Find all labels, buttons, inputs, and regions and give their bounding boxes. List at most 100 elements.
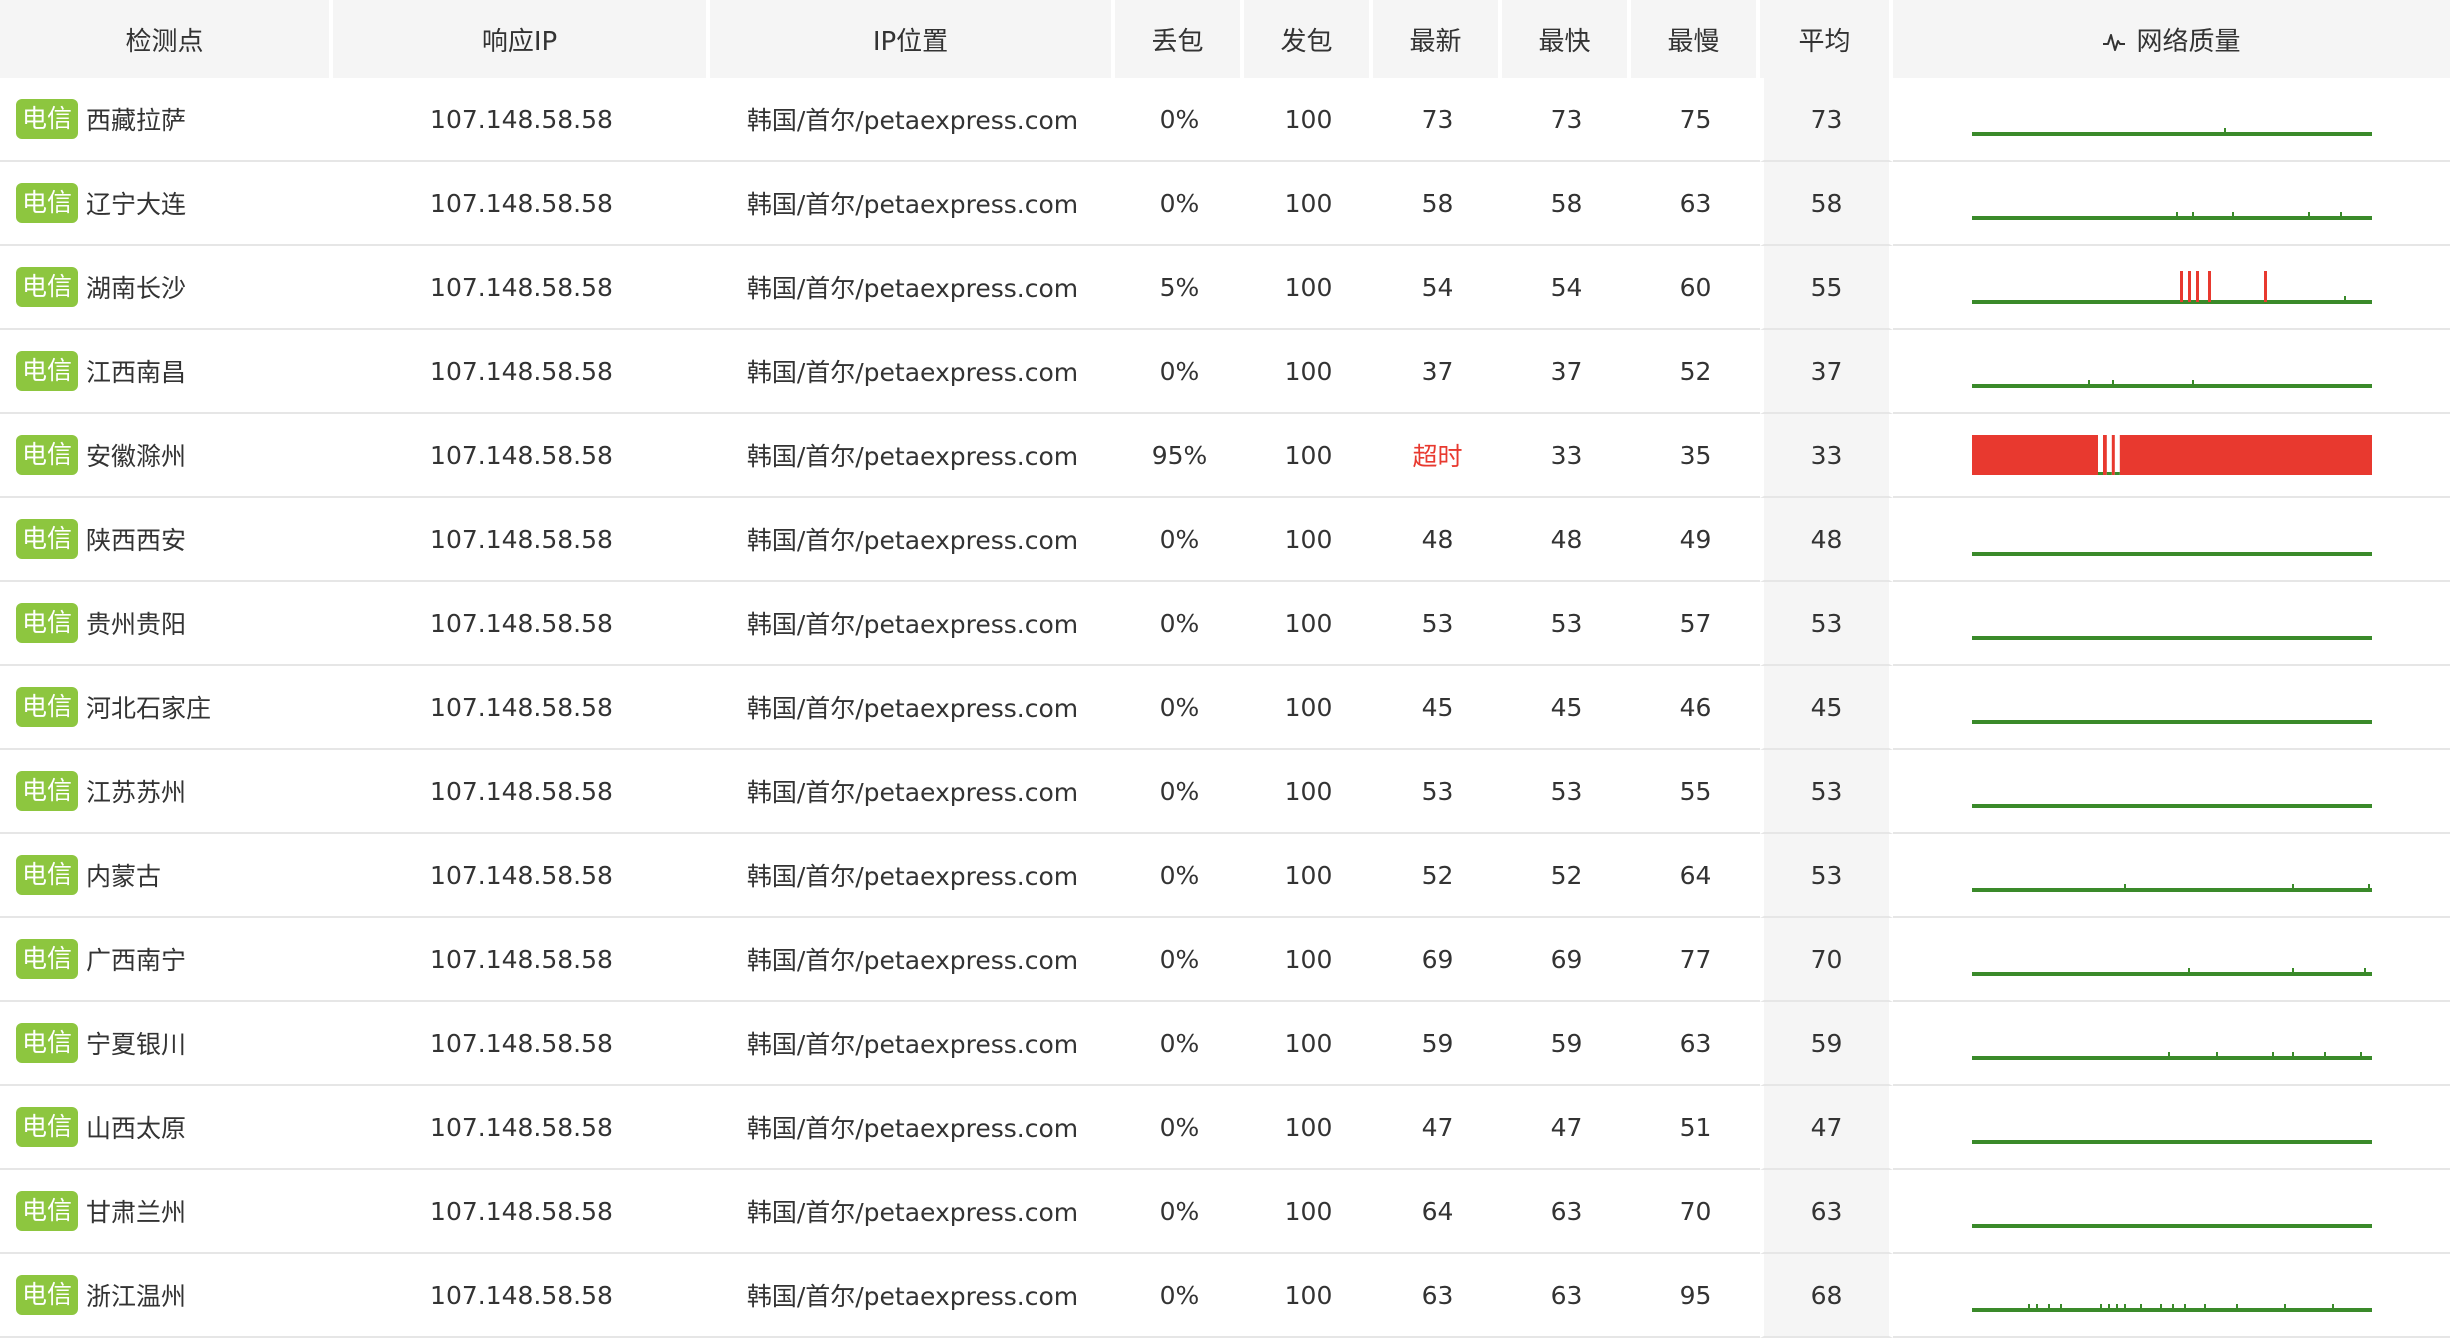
cell-sent: 100	[1244, 1002, 1373, 1086]
col-header-ip[interactable]: 响应IP	[333, 0, 710, 78]
table-row[interactable]: 电信 贵州贵阳 107.148.58.58 韩国/首尔/petaexpress.com…	[0, 582, 2450, 666]
table-row[interactable]: 电信 山西太原 107.148.58.58 韩国/首尔/petaexpress.com…	[0, 1086, 2450, 1170]
cell-fastest: 63	[1502, 1254, 1631, 1338]
cell-sent: 100	[1244, 834, 1373, 918]
cell-sent: 100	[1244, 750, 1373, 834]
col-header-slowest[interactable]: 最慢	[1631, 0, 1760, 78]
site-name: 辽宁大连	[86, 190, 187, 219]
cell-fastest: 69	[1502, 918, 1631, 1002]
latency-baseline	[1971, 1308, 2372, 1312]
table-row[interactable]: 电信 陕西西安 107.148.58.58 韩国/首尔/petaexpress.com…	[0, 498, 2450, 582]
quality-sparkline	[1971, 271, 2372, 304]
jitter-mark	[2323, 1052, 2326, 1056]
cell-ip: 107.148.58.58	[333, 1002, 710, 1086]
jitter-mark	[2123, 884, 2126, 888]
col-header-latest[interactable]: 最新	[1373, 0, 1502, 78]
cell-ip: 107.148.58.58	[333, 750, 710, 834]
cell-latest: 53	[1373, 750, 1502, 834]
table-row[interactable]: 电信 安徽滁州 107.148.58.58 韩国/首尔/petaexpress.com…	[0, 414, 2450, 498]
latency-baseline	[1971, 300, 2372, 304]
table-row[interactable]: 电信 宁夏银川 107.148.58.58 韩国/首尔/petaexpress.com…	[0, 1002, 2450, 1086]
cell-location: 韩国/首尔/petaexpress.com	[710, 78, 1115, 162]
table-row[interactable]: 电信 内蒙古 107.148.58.58 韩国/首尔/petaexpress.com 0…	[0, 834, 2450, 918]
table-row[interactable]: 电信 江西南昌 107.148.58.58 韩国/首尔/petaexpress.com…	[0, 330, 2450, 414]
cell-average: 47	[1760, 1086, 1893, 1170]
cell-sent: 100	[1244, 162, 1373, 246]
col-header-sent[interactable]: 发包	[1244, 0, 1373, 78]
ping-results-table: 检测点 响应IP IP位置 丢包 发包 最新 最快 最慢 平均 网络质量 电信西…	[0, 0, 2450, 1338]
jitter-mark	[2059, 1304, 2062, 1308]
loss-mark	[2195, 271, 2199, 302]
jitter-mark	[2183, 1304, 2186, 1308]
ok-probe-gap	[2097, 435, 2103, 475]
cell-loss: 0%	[1115, 1170, 1244, 1254]
cell-average: 33	[1760, 414, 1893, 498]
cell-average: 48	[1760, 498, 1893, 582]
cell-location: 韩国/首尔/petaexpress.com	[710, 330, 1115, 414]
cell-slowest: 70	[1631, 1170, 1760, 1254]
cell-sent: 100	[1244, 582, 1373, 666]
cell-quality	[1893, 666, 2450, 750]
cell-loss: 0%	[1115, 1086, 1244, 1170]
table-row[interactable]: 电信 浙江温州 107.148.58.58 韩国/首尔/petaexpress.com…	[0, 1254, 2450, 1338]
quality-sparkline	[1971, 212, 2372, 220]
cell-site: 电信 江西南昌	[0, 330, 333, 414]
cell-quality	[1893, 582, 2450, 666]
cell-average: 53	[1760, 750, 1893, 834]
cell-average: 58	[1760, 162, 1893, 246]
jitter-mark	[2331, 1304, 2334, 1308]
cell-location: 韩国/首尔/petaexpress.com	[710, 1170, 1115, 1254]
cell-loss: 0%	[1115, 1254, 1244, 1338]
col-header-fastest[interactable]: 最快	[1502, 0, 1631, 78]
quality-sparkline	[1971, 380, 2372, 388]
cell-sent: 100	[1244, 414, 1373, 498]
col-header-location[interactable]: IP位置	[710, 0, 1115, 78]
latency-baseline	[1971, 888, 2372, 892]
cell-fastest: 52	[1502, 834, 1631, 918]
table-row[interactable]: 电信 湖南长沙 107.148.58.58 韩国/首尔/petaexpress.com…	[0, 246, 2450, 330]
cell-site: 电信 陕西西安	[0, 498, 333, 582]
cell-sent: 100	[1244, 1254, 1373, 1338]
isp-badge: 电信	[16, 1275, 79, 1315]
site-name: 贵州贵阳	[86, 610, 187, 639]
table-row[interactable]: 电信 西藏拉萨 107.148.58.58 韩国/首尔/petaexpress.com…	[0, 78, 2450, 162]
col-header-quality[interactable]: 网络质量	[1893, 0, 2450, 78]
table-row[interactable]: 电信 辽宁大连 107.148.58.58 韩国/首尔/petaexpress.com…	[0, 162, 2450, 246]
jitter-mark	[2343, 296, 2346, 300]
cell-fastest: 37	[1502, 330, 1631, 414]
quality-sparkline	[1971, 1052, 2372, 1060]
table-row[interactable]: 电信 广西南宁 107.148.58.58 韩国/首尔/petaexpress.com…	[0, 918, 2450, 1002]
jitter-mark	[2027, 1304, 2030, 1308]
cell-latest: 59	[1373, 1002, 1502, 1086]
table-row[interactable]: 电信 江苏苏州 107.148.58.58 韩国/首尔/petaexpress.com…	[0, 750, 2450, 834]
isp-badge: 电信	[16, 1107, 79, 1147]
cell-latest: 45	[1373, 666, 1502, 750]
cell-slowest: 57	[1631, 582, 1760, 666]
table-row[interactable]: 电信 河北石家庄 107.148.58.58 韩国/首尔/petaexpress.co…	[0, 666, 2450, 750]
cell-average: 73	[1760, 78, 1893, 162]
cell-location: 韩国/首尔/petaexpress.com	[710, 1002, 1115, 1086]
cell-latest: 超时	[1373, 414, 1502, 498]
site-name: 甘肃兰州	[86, 1198, 187, 1227]
jitter-mark	[2087, 380, 2090, 384]
cell-slowest: 35	[1631, 414, 1760, 498]
cell-average: 37	[1760, 330, 1893, 414]
loss-mark	[2187, 271, 2191, 302]
jitter-mark	[2159, 1304, 2162, 1308]
table-row[interactable]: 电信 甘肃兰州 107.148.58.58 韩国/首尔/petaexpress.com…	[0, 1170, 2450, 1254]
cell-site: 电信 内蒙古	[0, 834, 333, 918]
cell-site: 电信 辽宁大连	[0, 162, 333, 246]
cell-location: 韩国/首尔/petaexpress.com	[710, 834, 1115, 918]
cell-slowest: 64	[1631, 834, 1760, 918]
cell-fastest: 63	[1502, 1170, 1631, 1254]
jitter-mark	[2367, 884, 2370, 888]
col-header-average[interactable]: 平均	[1760, 0, 1893, 78]
jitter-mark	[2203, 1304, 2206, 1308]
cell-latest: 53	[1373, 582, 1502, 666]
cell-fastest: 59	[1502, 1002, 1631, 1086]
col-header-site[interactable]: 检测点	[0, 0, 333, 78]
cell-location: 韩国/首尔/petaexpress.com	[710, 918, 1115, 1002]
ok-probe-mark	[2106, 472, 2112, 475]
cell-quality	[1893, 1086, 2450, 1170]
col-header-loss[interactable]: 丢包	[1115, 0, 1244, 78]
